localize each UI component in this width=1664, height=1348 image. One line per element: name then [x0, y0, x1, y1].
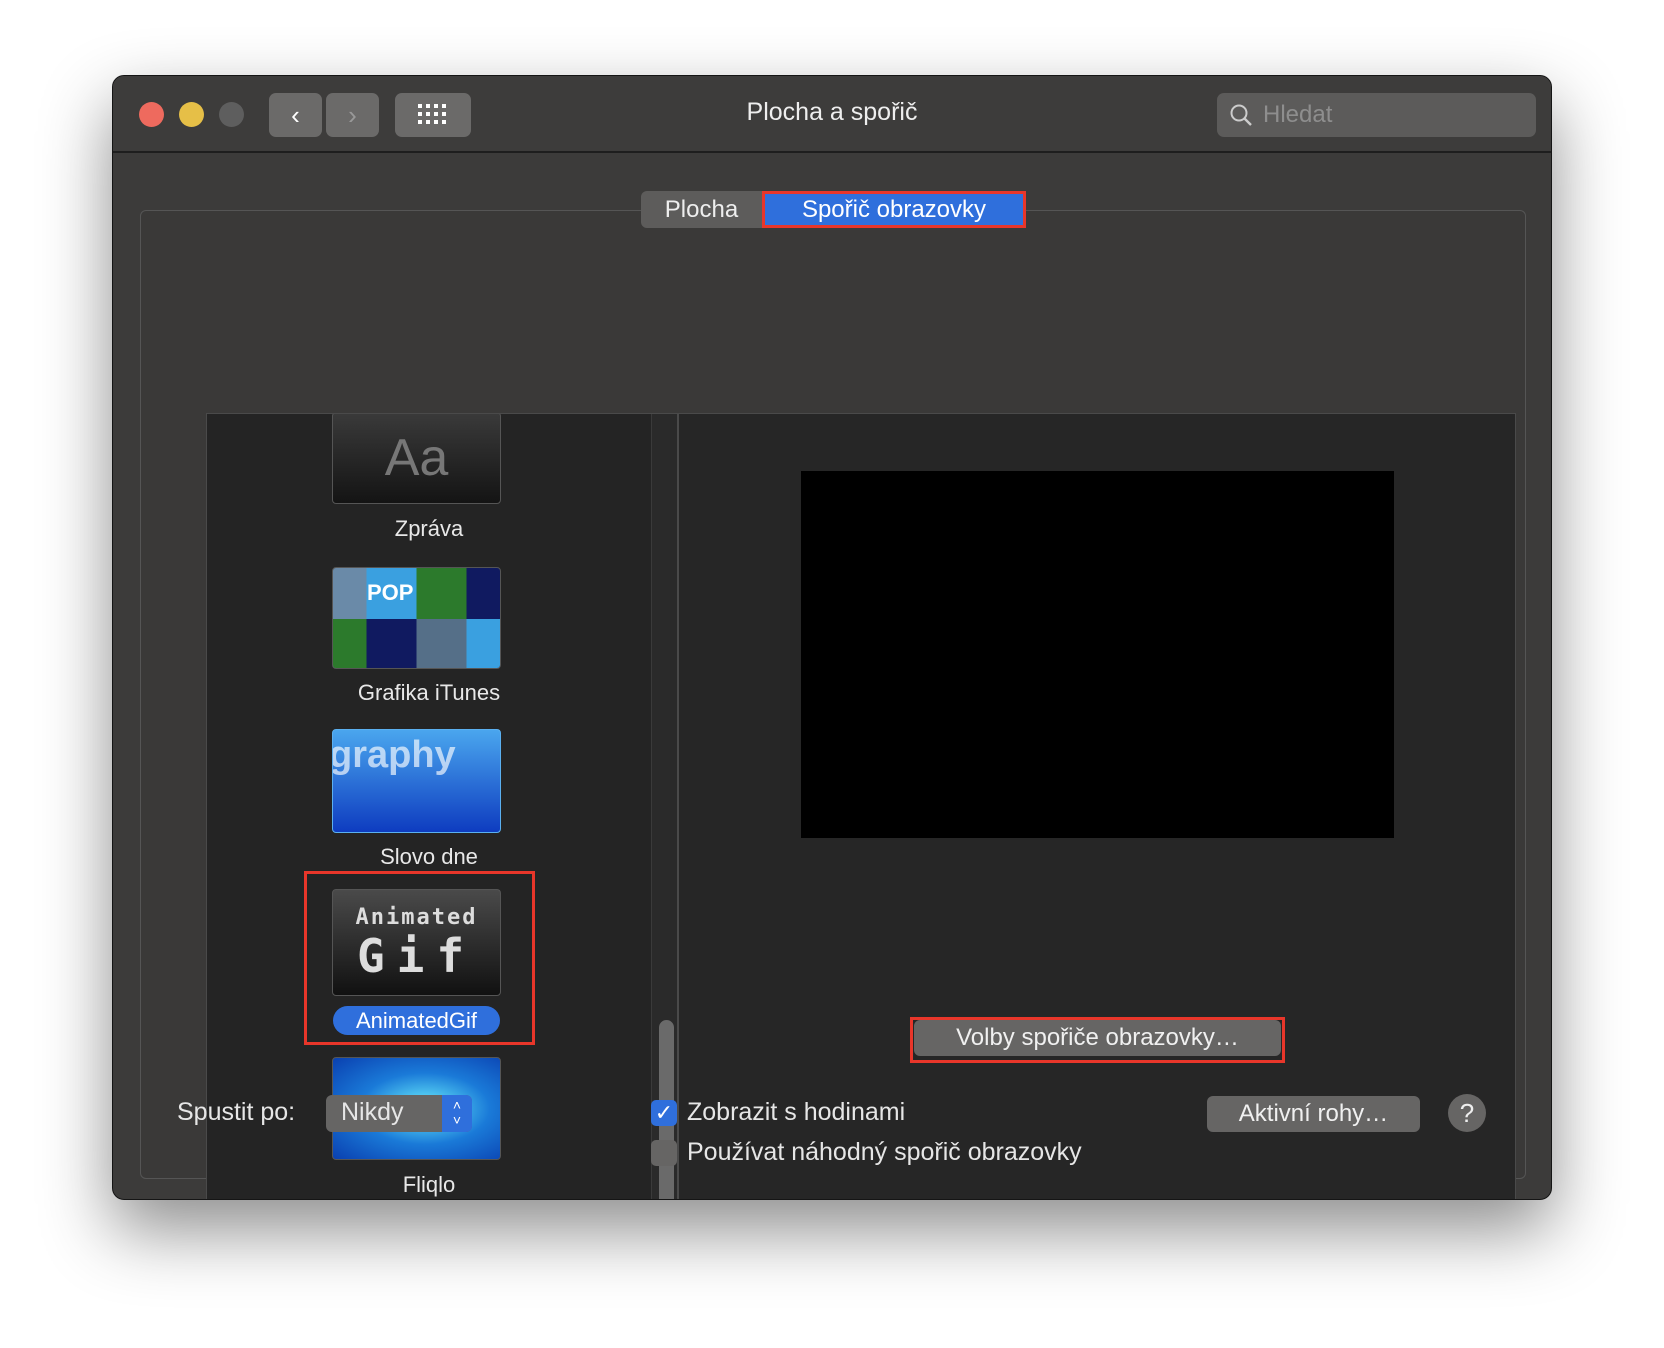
itunes-artwork-thumbnail[interactable]: POP: [332, 567, 501, 669]
saver-label[interactable]: Grafika iTunes: [207, 680, 651, 706]
tab-plocha[interactable]: Plocha: [641, 191, 762, 228]
saver-label[interactable]: Fliqlo: [207, 1172, 651, 1198]
preview-panel: Volby spořiče obrazovky…: [678, 413, 1516, 1199]
search-field[interactable]: Hledat: [1217, 93, 1536, 137]
show-clock-checkbox[interactable]: ✓: [651, 1100, 677, 1126]
zprava-thumbnail[interactable]: Aa: [332, 414, 501, 504]
thumb-text: POP: [367, 580, 414, 605]
screensaver-options-button[interactable]: Volby spořiče obrazovky…: [914, 1020, 1281, 1056]
tab-content: Aa Zpráva POP Grafika iTunes graphy Slov…: [140, 210, 1526, 1199]
start-after-popup[interactable]: Nikdy ˄ ˅: [326, 1095, 472, 1132]
updown-chevron-icon: ˄ ˅: [442, 1095, 472, 1132]
saver-label[interactable]: Zpráva: [207, 516, 651, 542]
thumb-text: Aa: [384, 429, 449, 487]
tab-sporic-obrazovky[interactable]: Spořič obrazovky: [762, 191, 1026, 228]
preferences-window: ‹ › Plocha a spořič Hledat Aa Zpráva POP…: [112, 75, 1552, 1200]
thumb-text: graphy: [332, 734, 456, 776]
word-of-the-day-thumbnail[interactable]: graphy: [332, 729, 501, 833]
start-after-label: Spustit po:: [177, 1098, 296, 1126]
saver-label-selected[interactable]: AnimatedGif: [333, 1006, 500, 1035]
start-after-value: Nikdy: [341, 1098, 404, 1126]
random-saver-label[interactable]: Používat náhodný spořič obrazovky: [687, 1138, 1082, 1167]
title-bar: ‹ › Plocha a spořič Hledat: [113, 76, 1551, 153]
scrollbar[interactable]: [651, 414, 677, 1199]
search-icon: [1230, 104, 1252, 126]
screensaver-list[interactable]: Aa Zpráva POP Grafika iTunes graphy Slov…: [206, 413, 678, 1199]
hot-corners-button[interactable]: Aktivní rohy…: [1207, 1096, 1420, 1132]
random-saver-checkbox[interactable]: [651, 1140, 677, 1166]
animatedgif-thumbnail[interactable]: Animated Gif: [332, 889, 501, 996]
help-button[interactable]: ?: [1448, 1094, 1486, 1132]
saver-label[interactable]: Slovo dne: [207, 844, 651, 870]
show-clock-label[interactable]: Zobrazit s hodinami: [687, 1098, 905, 1127]
search-placeholder: Hledat: [1263, 101, 1333, 128]
screensaver-preview: [801, 471, 1394, 838]
